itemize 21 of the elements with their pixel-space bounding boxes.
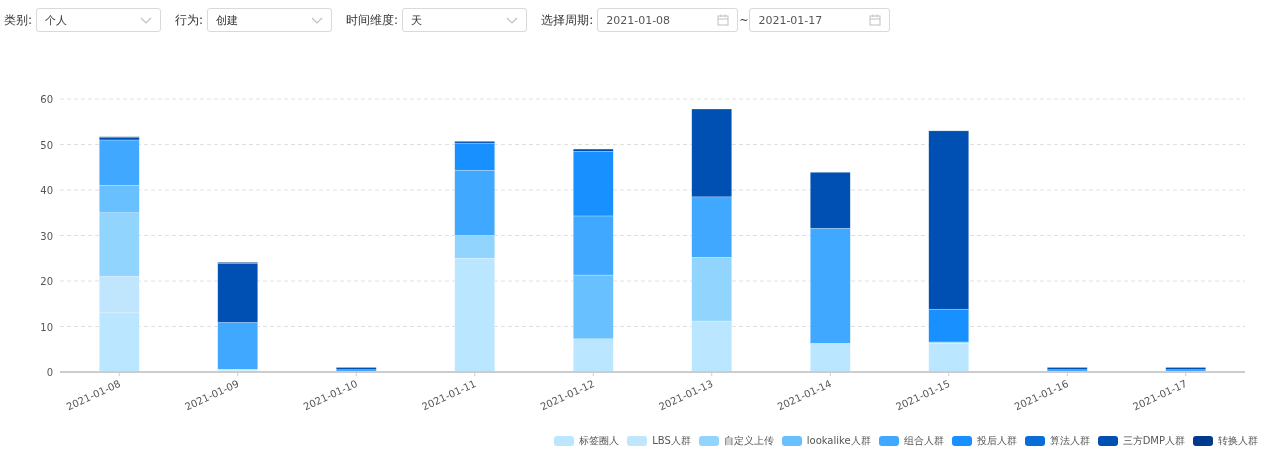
- legend-label: LBS人群: [652, 434, 691, 448]
- filter-label: 选择周期:: [541, 11, 594, 29]
- axis-tick-label: 50: [40, 139, 53, 151]
- legend-label: 标签圈人: [579, 434, 620, 448]
- range-separator: ~: [739, 13, 749, 27]
- legend-label: 组合人群: [903, 434, 944, 448]
- axis-tick-label: 30: [40, 230, 53, 242]
- axis-tick-label: 60: [40, 94, 53, 105]
- legend-label: lookalike人群: [806, 434, 871, 448]
- filter-label: 类别:: [4, 11, 33, 29]
- legend-label: 自定义上传: [723, 434, 774, 448]
- legend-label: 三方DMP人群: [1122, 434, 1185, 448]
- filter-label: 行为:: [175, 11, 204, 29]
- axis-tick-label: 40: [40, 185, 53, 196]
- legend-label: 算法人群: [1049, 434, 1090, 448]
- legend-label: 转换人群: [1218, 434, 1258, 448]
- filter-label: 时间维度:: [346, 11, 399, 29]
- legend-label: 投后人群: [976, 434, 1017, 448]
- axis-tick-label: 20: [40, 276, 53, 287]
- axis-tick-label: 0: [46, 367, 53, 378]
- axis-tick-label: 10: [40, 321, 53, 333]
